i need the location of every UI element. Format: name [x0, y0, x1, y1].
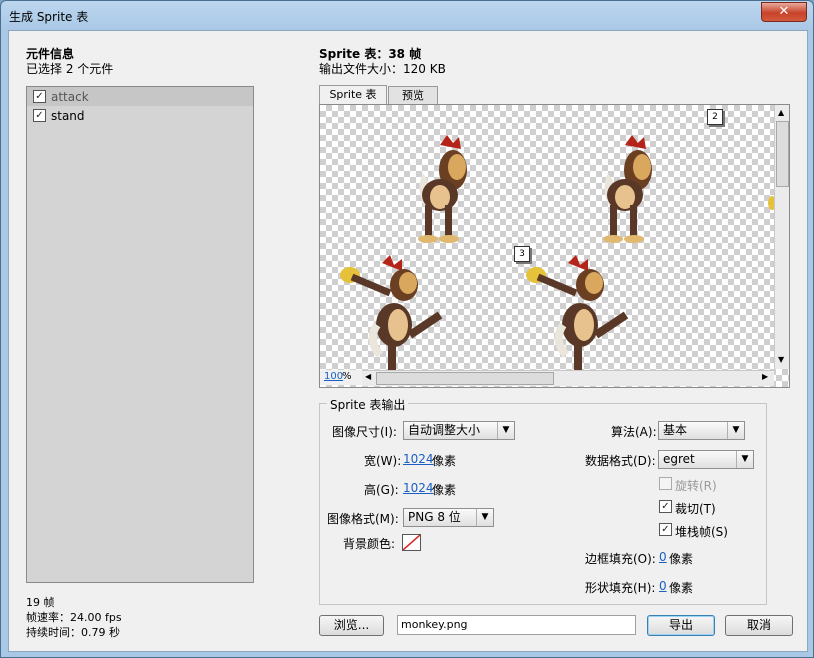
- dialog-client: 元件信息 已选择 2 个元件 ✓ attack ✓ stand 19 帧 帧速率…: [8, 30, 808, 652]
- shape-padding-value[interactable]: 0: [659, 579, 667, 593]
- window-title: 生成 Sprite 表: [9, 10, 89, 24]
- zoom-unit: %: [342, 371, 352, 382]
- height-label: 高(G):: [364, 483, 399, 497]
- cancel-button[interactable]: 取消: [725, 615, 793, 636]
- horizontal-scrollbar[interactable]: ◀ ▶: [362, 370, 774, 386]
- algorithm-value: 基本: [663, 423, 688, 437]
- border-padding-unit: 像素: [669, 552, 694, 566]
- image-size-select[interactable]: 自动调整大小 ▼: [403, 421, 515, 440]
- shape-padding-label: 形状填充(H):: [585, 581, 656, 595]
- no-color-icon: [402, 534, 421, 551]
- tab-preview[interactable]: 预览: [388, 86, 438, 105]
- image-size-label: 图像尺寸(I):: [332, 425, 397, 439]
- frame-count: 19 帧: [26, 596, 55, 609]
- zoom-value[interactable]: 100: [324, 371, 343, 382]
- data-format-select[interactable]: egret ▼: [658, 450, 754, 469]
- algorithm-label: 算法(A):: [611, 425, 657, 439]
- tab-sprite-sheet[interactable]: Sprite 表: [319, 85, 387, 105]
- close-icon: ✕: [778, 4, 790, 19]
- data-format-label: 数据格式(D):: [585, 454, 656, 468]
- title-bar[interactable]: 生成 Sprite 表 ✕: [1, 1, 813, 31]
- image-format-value: PNG 8 位: [408, 510, 461, 524]
- trim-checkbox[interactable]: ✓: [659, 500, 672, 513]
- list-item[interactable]: ✓ attack: [27, 87, 253, 106]
- sprite-preview-image: [340, 135, 776, 373]
- frame-badge: 3: [514, 246, 530, 262]
- export-button[interactable]: 导出: [647, 615, 715, 636]
- chevron-down-icon: ▼: [497, 422, 514, 439]
- rotate-label: 旋转(R): [675, 479, 717, 493]
- list-item[interactable]: ✓ stand: [27, 106, 253, 125]
- width-value[interactable]: 1024: [403, 452, 434, 466]
- list-item-label: attack: [51, 90, 89, 104]
- chevron-down-icon: ▼: [727, 422, 744, 439]
- duration: 持续时间：0.79 秒: [26, 626, 120, 639]
- vertical-scroll-thumb[interactable]: [776, 121, 789, 187]
- width-label: 宽(W):: [364, 454, 402, 468]
- image-format-label: 图像格式(M):: [327, 512, 399, 526]
- sprite-output-legend: Sprite 表输出: [327, 396, 409, 413]
- vertical-scrollbar[interactable]: ▲ ▼: [774, 105, 789, 369]
- height-unit: 像素: [432, 483, 457, 497]
- checkbox-attack[interactable]: ✓: [33, 90, 46, 103]
- checkbox-stand[interactable]: ✓: [33, 109, 46, 122]
- trim-label: 裁切(T): [675, 502, 716, 516]
- scroll-left-icon[interactable]: ◀: [365, 372, 371, 381]
- bg-color-swatch[interactable]: [402, 534, 421, 551]
- shape-padding-unit: 像素: [669, 581, 694, 595]
- output-file-size: 输出文件大小：120 KB: [319, 62, 446, 76]
- rotate-checkbox[interactable]: [659, 477, 672, 490]
- dialog-window: 生成 Sprite 表 ✕ 元件信息 已选择 2 个元件 ✓ attack ✓ …: [0, 0, 814, 658]
- close-button[interactable]: ✕: [761, 2, 807, 22]
- sprite-preview-canvas[interactable]: 2 3: [319, 104, 790, 388]
- image-format-select[interactable]: PNG 8 位 ▼: [403, 508, 494, 527]
- scroll-right-icon[interactable]: ▶: [762, 372, 768, 381]
- filename-input[interactable]: monkey.png: [397, 615, 636, 635]
- data-format-value: egret: [663, 452, 695, 466]
- zoom-control[interactable]: 100 %: [320, 370, 362, 385]
- horizontal-scroll-thumb[interactable]: [376, 372, 554, 385]
- image-size-value: 自动调整大小: [408, 423, 481, 437]
- scroll-up-icon[interactable]: ▲: [778, 108, 784, 117]
- chevron-down-icon: ▼: [736, 451, 753, 468]
- symbol-list[interactable]: ✓ attack ✓ stand: [26, 86, 254, 583]
- stack-frames-label: 堆栈帧(S): [675, 525, 728, 539]
- scroll-down-icon[interactable]: ▼: [778, 355, 784, 364]
- selected-count: 已选择 2 个元件: [26, 62, 114, 76]
- chevron-down-icon: ▼: [476, 509, 493, 526]
- list-item-label: stand: [51, 109, 85, 123]
- stack-frames-checkbox[interactable]: ✓: [659, 523, 672, 536]
- bg-color-label: 背景颜色:: [343, 537, 396, 551]
- frame-rate: 帧速率：24.00 fps: [26, 611, 122, 624]
- frame-badge: 2: [707, 109, 723, 125]
- browse-button[interactable]: 浏览...: [319, 615, 384, 636]
- height-value[interactable]: 1024: [403, 481, 434, 495]
- border-padding-label: 边框填充(O):: [585, 552, 656, 566]
- width-unit: 像素: [432, 454, 457, 468]
- algorithm-select[interactable]: 基本 ▼: [658, 421, 745, 440]
- border-padding-value[interactable]: 0: [659, 550, 667, 564]
